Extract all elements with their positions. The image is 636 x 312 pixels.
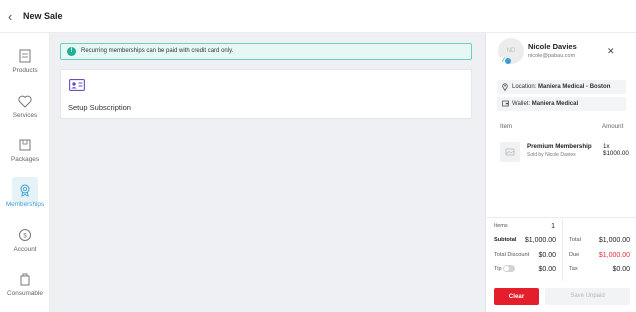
consumable-icon — [20, 273, 30, 286]
total-value: $1,000.00 — [598, 237, 630, 244]
location-value: Maniera Medical - Boston — [538, 84, 611, 90]
category-sidebar: Products Services Packages Memberships $… — [0, 33, 50, 312]
item-thumbnail — [500, 142, 520, 162]
cart-panel: ND 𝓁 Nicole Davies nicole@pabau.com ✕ Lo… — [485, 33, 636, 312]
subscription-card-icon — [69, 79, 85, 91]
sidebar-item-label: Consumable — [7, 290, 43, 297]
memberships-icon — [20, 184, 30, 197]
discount-label: Total Discount — [494, 252, 530, 258]
svg-text:$: $ — [23, 233, 27, 239]
packages-icon — [19, 139, 31, 151]
top-bar: ‹ New Sale — [0, 0, 636, 33]
subtotal-label: Subtotal — [494, 237, 517, 243]
sidebar-item-label: Account — [13, 246, 37, 253]
wallet-value: Maniera Medical — [531, 101, 579, 107]
wallet-icon — [502, 100, 509, 107]
services-icon — [18, 95, 32, 108]
wallet-selector[interactable]: Wallet: Maniera Medical — [497, 97, 626, 111]
items-label: Items — [494, 223, 508, 229]
back-chevron-icon[interactable]: ‹ — [8, 9, 12, 24]
status-dot-icon — [505, 58, 511, 64]
cart-item-price: 1x $1000.00 — [603, 143, 629, 157]
save-unpaid-button[interactable]: Save Unpaid — [545, 288, 630, 305]
sidebar-item-consumable[interactable]: Consumable — [0, 260, 50, 304]
column-header-item: Item — [500, 123, 513, 130]
sidebar-item-memberships[interactable]: Memberships — [0, 171, 50, 215]
cart-item-sold-by: Sold by Nicole Davies — [527, 152, 576, 158]
tax-label: Tax — [569, 266, 578, 272]
tip-value: $0.00 — [538, 266, 556, 273]
products-icon — [19, 49, 31, 63]
due-label: Due — [569, 252, 580, 258]
tax-value: $0.00 — [612, 266, 630, 273]
account-icon: $ — [19, 229, 31, 241]
subtotal-value: $1,000.00 — [524, 237, 556, 244]
location-prefix: Location: — [512, 84, 537, 90]
sidebar-item-label: Services — [12, 112, 38, 119]
total-label: Total — [569, 237, 581, 243]
sidebar-item-account[interactable]: $ Account — [0, 216, 50, 260]
page-title: New Sale — [23, 11, 63, 21]
sidebar-item-label: Packages — [10, 156, 40, 163]
alert-text: Recurring memberships can be paid with c… — [81, 48, 234, 54]
sidebar-item-packages[interactable]: Packages — [0, 126, 50, 170]
column-header-amount: Amount — [602, 123, 624, 130]
wallet-prefix: Wallet: — [512, 101, 531, 107]
sidebar-item-label: Products — [12, 67, 38, 74]
tip-label: Tip — [494, 266, 502, 272]
items-value: 1 — [551, 223, 555, 230]
location-selector[interactable]: Location: Maniera Medical - Boston — [497, 80, 626, 94]
client-email: nicole@pabau.com — [528, 53, 576, 59]
summary-divider — [562, 219, 563, 281]
info-icon: ! — [67, 47, 76, 56]
main-content: ! Recurring memberships can be paid with… — [50, 33, 485, 312]
image-placeholder-icon — [505, 148, 515, 156]
due-value: $1,000.00 — [598, 252, 630, 259]
info-alert: ! Recurring memberships can be paid with… — [60, 43, 472, 60]
sidebar-item-products[interactable]: Products — [0, 37, 50, 81]
sidebar-item-label: Memberships — [5, 201, 45, 208]
clear-button[interactable]: Clear — [494, 288, 539, 305]
discount-value: $0.00 — [538, 252, 556, 259]
cart-item-name[interactable]: Premium Membership — [527, 143, 592, 150]
close-icon[interactable]: ✕ — [607, 46, 615, 57]
client-name[interactable]: Nicole Davies — [528, 42, 577, 51]
location-pin-icon — [502, 83, 508, 91]
tip-toggle[interactable] — [503, 265, 515, 272]
setup-subscription-card[interactable]: Setup Subscription — [60, 69, 472, 119]
sidebar-item-services[interactable]: Services — [0, 82, 50, 126]
setup-subscription-label: Setup Subscription — [68, 103, 131, 112]
